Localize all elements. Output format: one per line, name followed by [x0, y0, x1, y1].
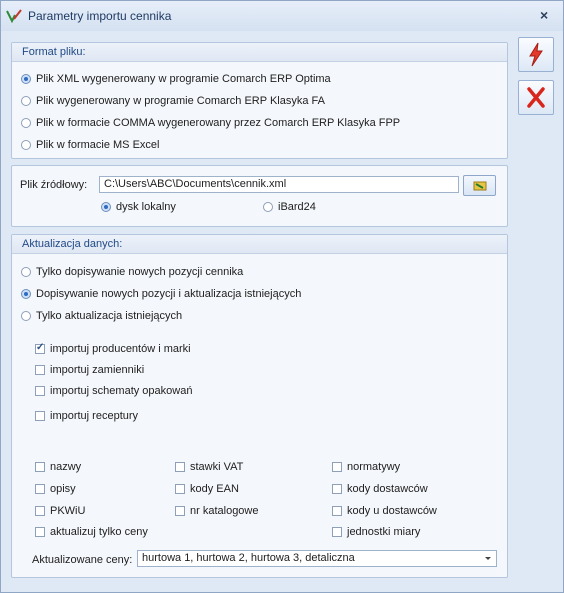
format-option-radio[interactable]: Plik w formacie MS Excel — [21, 139, 159, 151]
chevron-down-icon — [485, 557, 491, 560]
import-option-checkbox[interactable]: importuj zamienniki — [35, 364, 144, 376]
checkbox-box — [35, 365, 45, 375]
checkbox-box — [175, 462, 185, 472]
update-mode-radio[interactable]: Dopisywanie nowych pozycji i aktualizacj… — [21, 288, 301, 300]
update-mode-radio[interactable]: Tylko dopisywanie nowych pozycji cennika — [21, 266, 243, 278]
radio-dot — [21, 267, 31, 277]
checkbox-box — [332, 462, 342, 472]
window-title: Parametry importu cennika — [28, 9, 172, 23]
radio-dot — [21, 74, 31, 84]
update-field-checkbox[interactable]: nazwy — [35, 461, 81, 473]
update-field-checkbox[interactable]: jednostki miary — [332, 526, 420, 538]
checkbox-box — [35, 411, 45, 421]
location-local-radio[interactable]: dysk lokalny — [101, 201, 176, 213]
update-mode-radio[interactable]: Tylko aktualizacja istniejących — [21, 310, 182, 322]
source-path-input[interactable]: C:\Users\ABC\Documents\cennik.xml — [99, 176, 459, 193]
update-group: Aktualizacja danych: Tylko dopisywanie n… — [11, 234, 508, 578]
update-field-checkbox[interactable]: opisy — [35, 483, 76, 495]
import-dialog: Parametry importu cennika × Format pliku… — [0, 0, 564, 593]
import-option-checkbox[interactable]: importuj producentów i marki — [35, 342, 191, 355]
cancel-button[interactable] — [518, 80, 554, 115]
checkbox-box — [35, 527, 45, 537]
checkbox-box — [332, 484, 342, 494]
import-option-checkbox[interactable]: importuj receptury — [35, 410, 138, 422]
update-field-checkbox[interactable]: kody dostawców — [332, 483, 428, 495]
checkbox-box — [35, 462, 45, 472]
title-bar: Parametry importu cennika × — [1, 1, 563, 31]
location-ibard-radio[interactable]: iBard24 — [263, 201, 316, 213]
prices-value: hurtowa 1, hurtowa 2, hurtowa 3, detalic… — [142, 552, 355, 564]
format-option-radio[interactable]: Plik wygenerowany w programie Comarch ER… — [21, 95, 325, 107]
radio-dot — [21, 311, 31, 321]
update-field-checkbox[interactable]: stawki VAT — [175, 461, 243, 473]
folder-browse-icon — [473, 181, 487, 191]
checkbox-box — [35, 342, 45, 354]
update-field-checkbox[interactable]: PKWiU — [35, 505, 85, 517]
radio-dot — [263, 202, 273, 212]
close-icon[interactable]: × — [540, 7, 548, 23]
radio-dot — [101, 202, 111, 212]
checkbox-box — [175, 506, 185, 516]
checkbox-box — [35, 484, 45, 494]
source-label: Plik źródłowy: — [20, 179, 88, 191]
update-field-checkbox[interactable]: normatywy — [332, 461, 400, 473]
radio-dot — [21, 140, 31, 150]
update-field-checkbox[interactable]: aktualizuj tylko ceny — [35, 526, 148, 538]
format-group: Format pliku: Plik XML wygenerowany w pr… — [11, 42, 508, 159]
prices-label: Aktualizowane ceny: — [32, 554, 133, 566]
update-field-checkbox[interactable]: nr katalogowe — [175, 505, 259, 517]
import-option-checkbox[interactable]: importuj schematy opakowań — [35, 385, 192, 397]
update-field-checkbox[interactable]: kody u dostawców — [332, 505, 437, 517]
radio-dot — [21, 118, 31, 128]
radio-dot — [21, 289, 31, 299]
app-logo-icon — [6, 9, 22, 24]
prices-select[interactable]: hurtowa 1, hurtowa 2, hurtowa 3, detalic… — [137, 550, 497, 567]
checkbox-box — [35, 386, 45, 396]
checkbox-box — [35, 506, 45, 516]
lightning-bolt-icon — [529, 42, 543, 67]
format-option-radio[interactable]: Plik XML wygenerowany w programie Comarc… — [21, 73, 331, 85]
checkbox-box — [332, 506, 342, 516]
update-group-title: Aktualizacja danych: — [22, 238, 123, 250]
source-group: Plik źródłowy: C:\Users\ABC\Documents\ce… — [11, 165, 508, 227]
update-field-checkbox[interactable]: kody EAN — [175, 483, 239, 495]
checkbox-box — [175, 484, 185, 494]
checkbox-box — [332, 527, 342, 537]
browse-button[interactable] — [463, 175, 496, 196]
red-x-icon — [527, 87, 545, 108]
radio-dot — [21, 96, 31, 106]
confirm-button[interactable] — [518, 37, 554, 72]
format-option-radio[interactable]: Plik w formacie COMMA wygenerowany przez… — [21, 117, 400, 129]
format-group-title: Format pliku: — [22, 46, 86, 58]
